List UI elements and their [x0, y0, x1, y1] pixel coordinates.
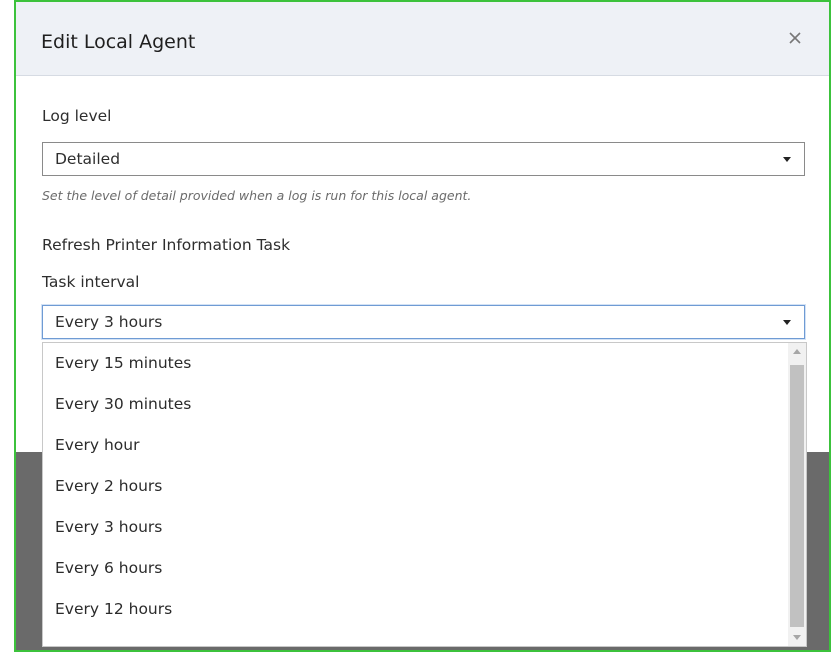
dropdown-option-label: Every 12 hours	[55, 600, 173, 618]
task-interval-label: Task interval	[42, 273, 140, 291]
dropdown-scrollbar[interactable]	[788, 343, 806, 646]
scroll-up-icon[interactable]	[793, 349, 801, 354]
scrollbar-thumb[interactable]	[790, 365, 804, 627]
dropdown-option[interactable]: Every hour	[43, 425, 786, 466]
log-level-label: Log level	[42, 107, 112, 125]
dropdown-option-label: Every 30 minutes	[55, 395, 192, 413]
dropdown-option-label: Every 2 hours	[55, 477, 163, 495]
dropdown-option-label: Every 3 hours	[55, 518, 163, 536]
task-interval-dropdown: Every 15 minutes Every 30 minutes Every …	[42, 342, 807, 647]
chevron-down-icon	[783, 157, 791, 162]
dropdown-option-label: Every hour	[55, 436, 140, 454]
log-level-select[interactable]: Detailed	[42, 142, 805, 176]
dropdown-option[interactable]: Every 15 minutes	[43, 343, 786, 384]
close-icon-glyph	[789, 32, 801, 44]
task-section-title: Refresh Printer Information Task	[42, 236, 291, 254]
dropdown-option[interactable]: Every 6 hours	[43, 548, 786, 589]
chevron-down-icon	[783, 320, 791, 325]
dropdown-option[interactable]: Every 12 hours	[43, 589, 786, 630]
task-interval-select[interactable]: Every 3 hours	[42, 305, 805, 339]
edit-local-agent-dialog: Edit Local Agent Log level Detailed Set …	[14, 0, 831, 652]
dropdown-option[interactable]: Every 2 hours	[43, 466, 786, 507]
log-level-value: Detailed	[55, 150, 121, 168]
task-interval-value: Every 3 hours	[55, 313, 163, 331]
dropdown-option-label: Every 6 hours	[55, 559, 163, 577]
close-icon[interactable]	[785, 28, 805, 48]
dropdown-option[interactable]: Every 30 minutes	[43, 384, 786, 425]
log-level-hint: Set the level of detail provided when a …	[42, 188, 472, 203]
dialog-title: Edit Local Agent	[41, 31, 196, 53]
dropdown-option-label: Every 15 minutes	[55, 354, 192, 372]
scroll-down-icon[interactable]	[793, 635, 801, 640]
dialog-header: Edit Local Agent	[16, 2, 829, 76]
dropdown-option[interactable]: Every 3 hours	[43, 507, 786, 548]
